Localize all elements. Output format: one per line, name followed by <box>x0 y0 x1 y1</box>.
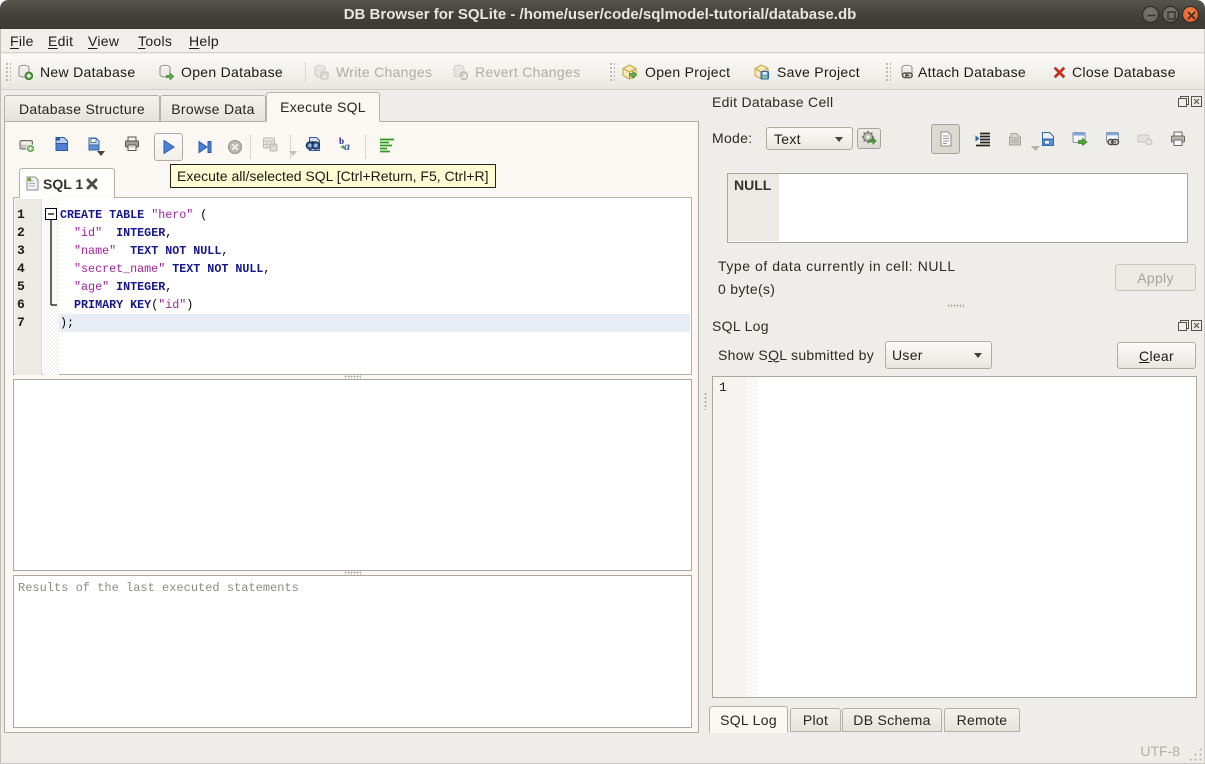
svg-text:a: a <box>344 139 350 152</box>
